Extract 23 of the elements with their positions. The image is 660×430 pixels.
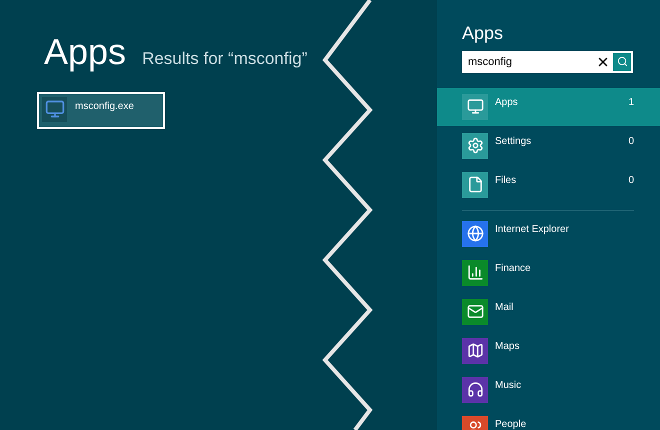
search-button[interactable] [613,52,631,70]
search-field[interactable]: msconfig [462,50,633,72]
pane-title: Apps [461,22,504,44]
search-icon [616,56,628,67]
monitor-icon [462,94,488,120]
result-count: 1 [628,96,634,110]
app-item[interactable]: Internet Explorer [437,220,660,246]
app-item[interactable]: Finance [437,260,660,286]
category-item[interactable]: Files 0 [437,166,660,204]
category-item[interactable]: Settings 0 [437,126,660,164]
result-count: 0 [628,174,634,188]
app-item[interactable]: Maps [437,338,660,364]
page-heading: Apps [44,34,126,70]
result-tile[interactable]: msconfig.exe [37,92,165,128]
results-subtitle: Results for “msconfig” [142,48,308,70]
app-item[interactable]: People [437,416,660,430]
gear-icon [462,132,488,158]
app-item[interactable]: Mail [437,298,660,324]
document-icon [462,172,488,198]
monitor-icon [42,96,67,122]
app-item[interactable]: Music [437,376,660,402]
result-count: 0 [628,134,634,148]
category-item[interactable]: Apps 1 [437,88,660,126]
